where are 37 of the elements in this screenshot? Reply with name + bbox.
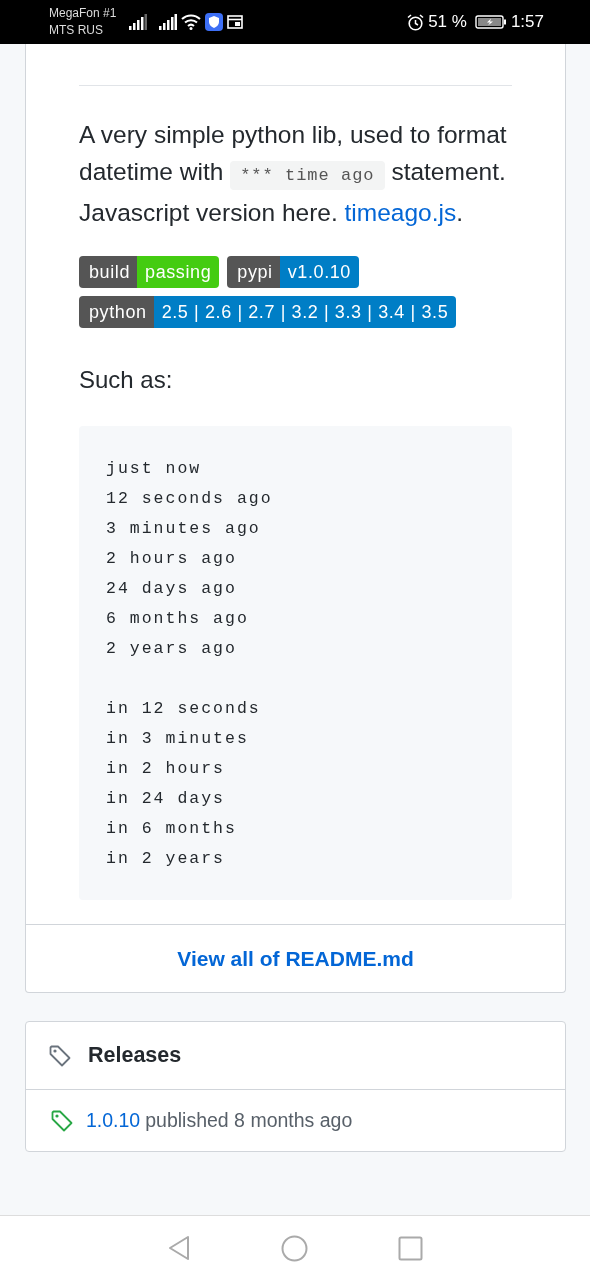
code-line: 2 years ago [106,638,238,660]
clock: 1:57 [510,11,544,34]
shield-icon [205,13,224,31]
signal-icon [159,14,178,30]
timeago-link[interactable]: timeago.js [344,199,457,226]
window-icon [227,15,244,29]
tag-icon [48,1043,72,1068]
code-line: 3 minutes ago [106,518,262,540]
code-line: 12 seconds ago [106,488,274,510]
signal-icon [129,14,148,30]
release-date: published 8 months ago [145,1108,353,1133]
carrier-name: MTS RUS [49,22,104,39]
home-icon[interactable] [281,1234,308,1262]
releases-title: Releases [88,1042,182,1070]
inline-code: *** time ago [230,161,385,190]
tag-icon [50,1108,74,1133]
code-line: in 2 hours [106,758,227,780]
code-line: in 2 years [106,848,227,870]
battery-percentage: 51 % [428,11,467,34]
code-line: 24 days ago [106,578,238,600]
recents-icon[interactable] [398,1235,423,1261]
alarm-icon [407,13,425,31]
wifi-icon [181,14,202,30]
code-line: in 6 months [106,818,238,840]
examples-heading: Such as: [79,365,174,395]
description-text: A very simple python lib, used to format datetime with *** time ago statement. Javascript version here. timeago.js. [79,120,508,228]
release-link[interactable]: 1.0.10 [86,1106,141,1136]
carrier-name: MegaFon #1 [49,5,117,22]
code-line: 6 months ago [106,608,250,630]
code-line: in 12 seconds [106,698,262,720]
code-line: just now [106,458,203,480]
code-line: 2 hours ago [106,548,238,570]
battery-icon [474,14,507,30]
view-all-link[interactable]: View all of README.md [26,924,565,992]
code-line: in 3 minutes [106,728,250,750]
back-icon[interactable] [167,1235,191,1261]
code-line: in 24 days [106,788,227,810]
